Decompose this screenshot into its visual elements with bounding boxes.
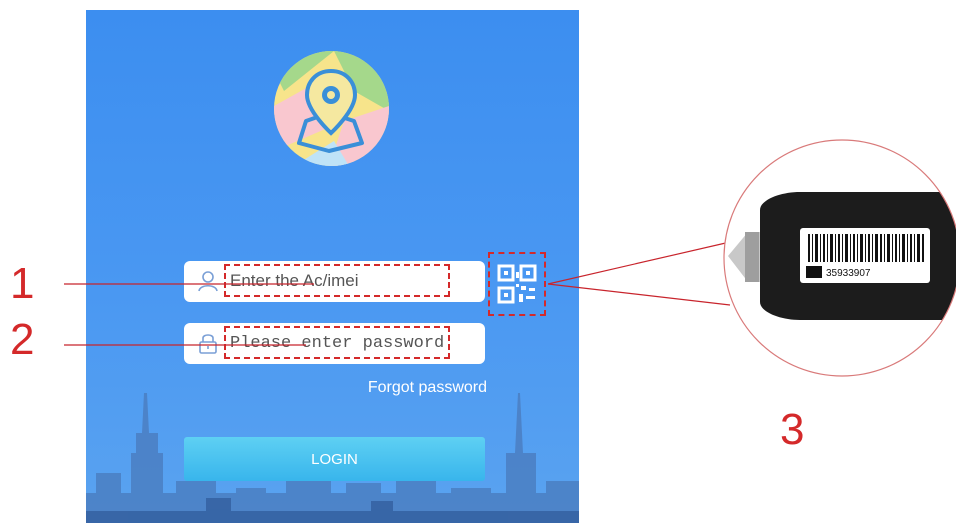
login-button[interactable]: LOGIN (184, 437, 485, 481)
qr-scan-button[interactable] (488, 252, 546, 316)
qr-scan-icon (497, 264, 537, 304)
account-input[interactable] (230, 268, 446, 294)
user-icon (196, 269, 220, 293)
password-input[interactable] (230, 330, 446, 356)
annotation-label-2: 2 (10, 315, 35, 364)
annotation-label-1: 1 (10, 259, 35, 308)
map-pin-logo-icon (274, 51, 389, 166)
account-field (184, 261, 485, 302)
device-zoom-circle (723, 139, 956, 377)
app-login-screen: Forgot password LOGIN (86, 10, 579, 523)
device-barcode-text: 35933907 (826, 268, 871, 279)
device-photo (724, 140, 956, 376)
password-field (184, 323, 485, 364)
lock-icon (196, 331, 220, 355)
annotation-label-3: 3 (780, 405, 805, 454)
barcode-icon (806, 234, 924, 278)
